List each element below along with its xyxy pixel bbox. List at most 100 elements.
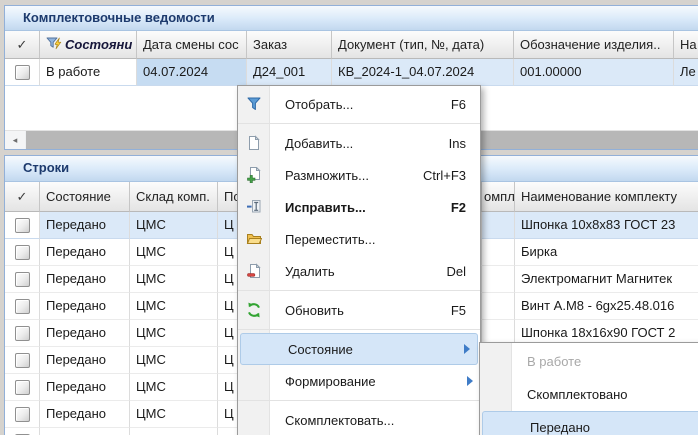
- menu-item-refresh[interactable]: ОбновитьF5: [238, 294, 480, 326]
- row-checkbox[interactable]: [15, 272, 30, 287]
- column-header-component-name[interactable]: Наименование комплекту: [515, 182, 698, 212]
- column-header-state[interactable]: Состояние: [40, 182, 130, 212]
- state-submenu-items: В работеСкомплектовано Передано: [480, 345, 698, 435]
- cell-state[interactable]: Передано: [40, 401, 130, 428]
- cell-state[interactable]: Передано: [40, 239, 130, 266]
- panel-vedomosti-title: Комплектовочные ведомости: [23, 10, 215, 25]
- menu-item-delete[interactable]: УдалитьDel: [238, 255, 480, 287]
- cell-state[interactable]: Передано: [40, 374, 130, 401]
- menu-item-filter[interactable]: Отобрать... F6: [238, 88, 480, 120]
- column-header-document[interactable]: Документ (тип, №, дата): [332, 31, 514, 59]
- cell-select[interactable]: [5, 320, 40, 347]
- cell-component-name[interactable]: Шпонка 10х8х83 ГОСТ 23: [515, 212, 698, 239]
- cell-order[interactable]: Д24_001: [247, 59, 332, 86]
- copy-page-icon: [238, 167, 269, 183]
- cell-warehouse[interactable]: ЦМС: [130, 212, 218, 239]
- cell-component[interactable]: [482, 266, 515, 293]
- cell-state[interactable]: Передано: [40, 320, 130, 347]
- row-checkbox[interactable]: [15, 299, 30, 314]
- cell-select[interactable]: [5, 374, 40, 401]
- column-header-name[interactable]: На: [674, 31, 698, 59]
- cell-component-name[interactable]: Винт А.М8 - 6gx25.48.016: [515, 293, 698, 320]
- cell-warehouse[interactable]: ЦМС: [130, 347, 218, 374]
- cell-state-date[interactable]: 04.07.2024: [137, 59, 247, 86]
- menu-item-accelerator: Ins: [449, 136, 466, 151]
- cell-select[interactable]: [5, 401, 40, 428]
- cell-warehouse[interactable]: ЦМС: [130, 320, 218, 347]
- menu-separator: [238, 400, 480, 401]
- submenu-arrow-icon: [464, 344, 470, 354]
- cell-state[interactable]: Передано: [40, 347, 130, 374]
- scroll-left-button[interactable]: ◂: [5, 131, 25, 149]
- menu-item-move[interactable]: Переместить...: [238, 223, 480, 255]
- menu-item-add[interactable]: Добавить... Ins: [238, 127, 480, 159]
- row-checkbox[interactable]: [15, 218, 30, 233]
- cell-state[interactable]: Передано: [40, 293, 130, 320]
- column-header-label: На: [680, 37, 697, 52]
- row-checkbox[interactable]: [15, 380, 30, 395]
- cell-component[interactable]: [482, 212, 515, 239]
- cell-component-name[interactable]: Бирка: [515, 239, 698, 266]
- column-header-state-date[interactable]: Дата смены сос: [137, 31, 247, 59]
- column-header-warehouse[interactable]: Склад комп.: [130, 182, 218, 212]
- column-header-state[interactable]: Состояни: [40, 31, 137, 59]
- menu-item-formation[interactable]: Формирование: [238, 365, 480, 397]
- cell-warehouse[interactable]: ЦМС: [130, 293, 218, 320]
- cell-select[interactable]: [5, 293, 40, 320]
- column-header-order[interactable]: Заказ: [247, 31, 332, 59]
- menu-separator: [238, 290, 480, 291]
- row-checkbox[interactable]: [15, 326, 30, 341]
- row-checkbox[interactable]: [15, 65, 30, 80]
- column-header-select[interactable]: ✓: [5, 182, 40, 212]
- menu-item-label: Обновить: [285, 303, 344, 318]
- menu-item-state[interactable]: Состояние: [240, 333, 478, 365]
- column-header-product[interactable]: Обозначение изделия..: [514, 31, 674, 59]
- cell-document[interactable]: КВ_2024-1_04.07.2024: [332, 59, 514, 86]
- cell-select[interactable]: [5, 239, 40, 266]
- cell-warehouse[interactable]: ЦМС: [130, 239, 218, 266]
- cell-state[interactable]: В работе: [40, 59, 137, 86]
- row-checkbox[interactable]: [15, 407, 30, 422]
- app-window: Комплектовочные ведомости ✓ Состояни Дата …: [0, 0, 698, 435]
- table-row[interactable]: В работе04.07.2024Д24_001КВ_2024-1_04.07…: [5, 59, 698, 86]
- menu-item-label: Отобрать...: [285, 97, 353, 112]
- panel-vedomosti-titlebar: Комплектовочные ведомости: [5, 6, 698, 31]
- menu-item-accelerator: Ctrl+F3: [423, 168, 466, 183]
- menu-item-label: Добавить...: [285, 136, 353, 151]
- cell-product[interactable]: 001.00000: [514, 59, 674, 86]
- cell-warehouse[interactable]: ЦМС: [130, 428, 218, 435]
- menu-item-edit[interactable]: Исправить...F2: [238, 191, 480, 223]
- cell-warehouse[interactable]: ЦМС: [130, 401, 218, 428]
- menu-item-state-transferred[interactable]: Передано: [482, 411, 698, 435]
- menu-item-label: Передано: [530, 420, 590, 435]
- menu-item-state-completed[interactable]: Скомплектовано: [480, 378, 698, 411]
- menu-separator: [238, 123, 480, 124]
- context-menu: Отобрать... F6 Добавить... Ins Размножить...…: [237, 85, 481, 435]
- column-header-select[interactable]: ✓: [5, 31, 40, 59]
- table-header-row: ✓ Состояни Дата смены сосЗаказДокумент (ти…: [5, 31, 698, 59]
- cell-select[interactable]: [5, 59, 40, 86]
- menu-item-accelerator: F6: [451, 97, 466, 112]
- cell-select[interactable]: [5, 266, 40, 293]
- menu-item-complete[interactable]: Скомплектовать...: [238, 404, 480, 435]
- column-header-label: Склад комп.: [136, 189, 210, 204]
- cell-warehouse[interactable]: ЦМС: [130, 374, 218, 401]
- cell-warehouse[interactable]: ЦМС: [130, 266, 218, 293]
- column-header-label: Состояни: [65, 37, 132, 52]
- menu-item-label: Состояние: [288, 342, 353, 357]
- menu-item-duplicate[interactable]: Размножить...Ctrl+F3: [238, 159, 480, 191]
- cell-component[interactable]: [482, 239, 515, 266]
- row-checkbox[interactable]: [15, 353, 30, 368]
- cell-select[interactable]: [5, 428, 40, 435]
- menu-item-state-in-work[interactable]: В работе: [480, 345, 698, 378]
- cell-state[interactable]: Передано: [40, 212, 130, 239]
- cell-state[interactable]: Передано: [40, 266, 130, 293]
- cell-component-name[interactable]: Электромагнит Магнитек: [515, 266, 698, 293]
- column-header-component[interactable]: омпле: [482, 182, 515, 212]
- row-checkbox[interactable]: [15, 245, 30, 260]
- cell-component[interactable]: [482, 293, 515, 320]
- cell-select[interactable]: [5, 212, 40, 239]
- cell-state[interactable]: Передано: [40, 428, 130, 435]
- cell-name[interactable]: Ле: [674, 59, 698, 86]
- cell-select[interactable]: [5, 347, 40, 374]
